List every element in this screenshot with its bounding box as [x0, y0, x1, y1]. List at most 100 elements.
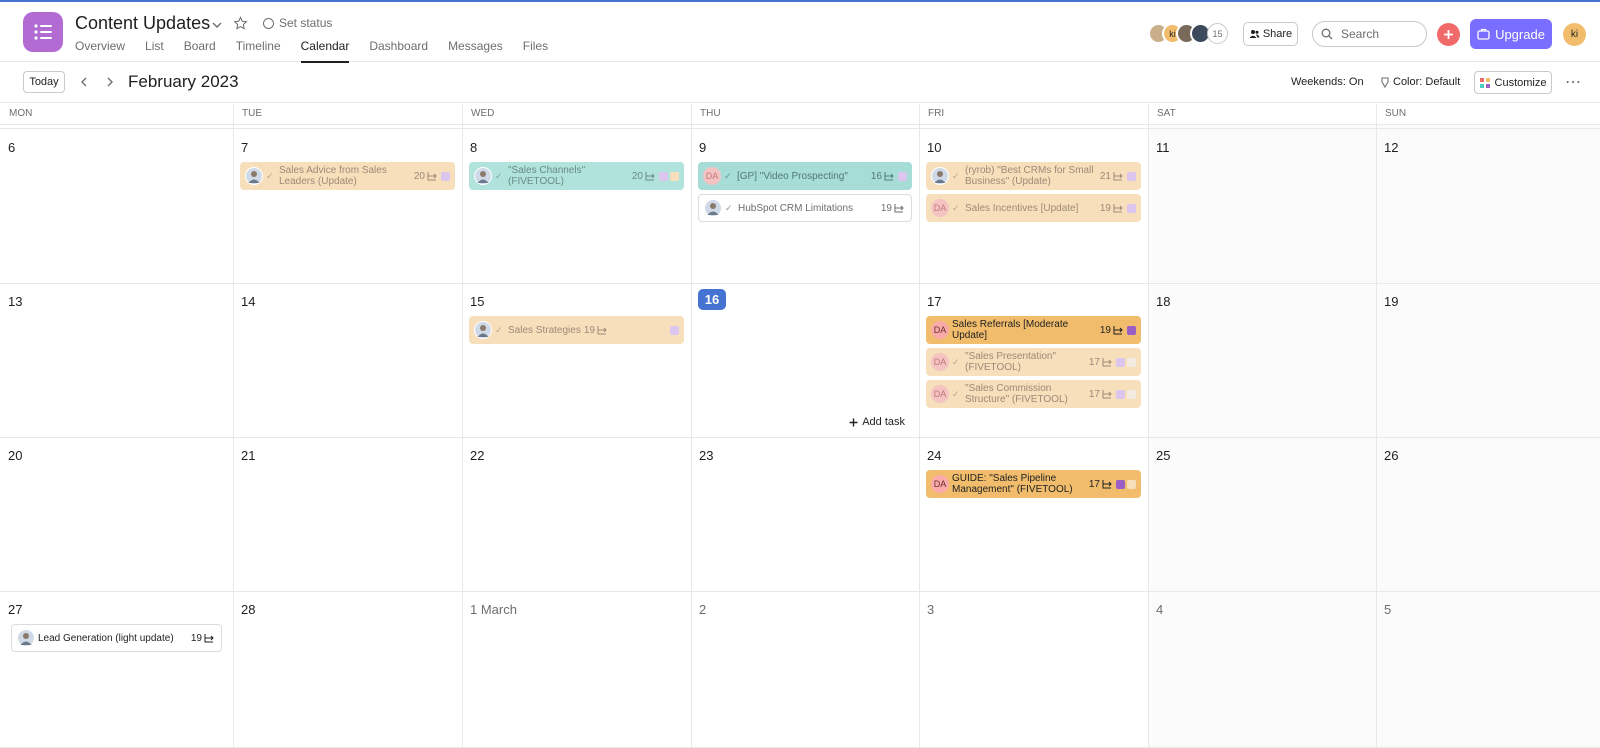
today-button[interactable]: Today [23, 71, 65, 93]
task-card[interactable]: ✓ HubSpot CRM Limitations 19 [698, 194, 912, 222]
set-status-button[interactable]: Set status [263, 16, 332, 30]
calendar-toolbar: Today February 2023 Weekends: On Color: … [0, 63, 1600, 103]
checkmark-icon[interactable]: ✓ [495, 171, 505, 182]
calendar-day-cell[interactable]: 8 ✓ "Sales Channels" (FIVETOOL) 20 [462, 129, 691, 283]
calendar-day-cell[interactable]: 12 [1376, 129, 1600, 283]
assignee-avatar[interactable]: DA [931, 475, 949, 493]
tab-calendar[interactable]: Calendar [300, 39, 349, 63]
calendar-day-cell[interactable]: 20 [0, 437, 233, 591]
checkmark-icon[interactable]: ✓ [266, 171, 276, 182]
assignee-avatar[interactable]: DA [703, 167, 721, 185]
tab-list[interactable]: List [145, 39, 164, 62]
member-count[interactable]: 15 [1207, 23, 1228, 44]
checkmark-icon[interactable]: ✓ [952, 203, 962, 214]
day-number: 26 [1384, 448, 1399, 463]
quick-add-button[interactable] [1437, 23, 1460, 46]
calendar-day-cell[interactable]: 1 March [462, 591, 691, 745]
assignee-avatar[interactable]: DA [931, 353, 949, 371]
calendar-day-cell[interactable]: 2 [691, 591, 919, 745]
plus-icon [849, 418, 858, 426]
assignee-avatar[interactable]: DA [931, 199, 949, 217]
checkmark-icon[interactable]: ✓ [724, 171, 734, 182]
calendar-day-cell[interactable]: 26 [1376, 437, 1600, 591]
calendar-day-cell[interactable]: 14 [233, 283, 462, 437]
calendar-day-cell[interactable]: 10 ✓ (ryrob) "Best CRMs for Small Business… [919, 129, 1148, 283]
calendar-day-cell[interactable]: 11 [1148, 129, 1376, 283]
task-card[interactable]: DA ✓ "Sales Presentation" (FIVETOOL) 17 [926, 348, 1141, 376]
calendar-day-cell[interactable]: 4 [1148, 591, 1376, 745]
calendar-day-cell[interactable]: 17 DA Sales Referrals [Moderate Update] 19 D… [919, 283, 1148, 437]
upgrade-button[interactable]: Upgrade [1470, 19, 1552, 49]
assignee-avatar[interactable] [704, 199, 722, 217]
calendar-day-cell[interactable]: 13 [0, 283, 233, 437]
calendar-day-cell[interactable]: 28 [233, 591, 462, 745]
calendar-day-cell[interactable]: 27 Lead Generation (light update) 19 [0, 591, 233, 745]
task-card[interactable]: DA ✓ Sales Incentives [Update] 19 [926, 194, 1141, 222]
project-title[interactable]: Content Updates [75, 13, 210, 34]
day-number: 28 [241, 602, 256, 617]
more-options-icon[interactable]: ⋯ [1562, 73, 1584, 91]
tab-timeline[interactable]: Timeline [236, 39, 281, 62]
calendar-day-cell[interactable]: 9 DA ✓ [GP] "Video Prospecting" 16 ✓ HubSpot C… [691, 129, 919, 283]
calendar-day-cell[interactable]: 25 [1148, 437, 1376, 591]
task-card[interactable]: DA Sales Referrals [Moderate Update] 19 [926, 316, 1141, 344]
user-avatar[interactable]: ki [1563, 23, 1586, 46]
calendar-day-cell[interactable]: 23 [691, 437, 919, 591]
calendar-day-cell[interactable]: 3 [919, 591, 1148, 745]
weekends-toggle[interactable]: Weekends: On [1291, 76, 1364, 88]
task-card[interactable]: ✓ "Sales Channels" (FIVETOOL) 20 [469, 162, 684, 190]
star-icon[interactable] [233, 16, 248, 31]
calendar-day-cell[interactable]: 24 DA GUIDE: "Sales Pipeline Management" (… [919, 437, 1148, 591]
search-input[interactable]: Search [1312, 21, 1427, 47]
tab-dashboard[interactable]: Dashboard [369, 39, 428, 62]
subtask-icon [427, 171, 439, 181]
member-avatars[interactable]: ki 15 [1148, 23, 1228, 44]
tab-messages[interactable]: Messages [448, 39, 503, 62]
assignee-avatar[interactable] [17, 629, 35, 647]
customize-button[interactable]: Customize [1474, 71, 1552, 94]
calendar-day-cell[interactable]: 22 [462, 437, 691, 591]
chevron-right-icon[interactable] [103, 75, 117, 89]
task-card[interactable]: DA ✓ [GP] "Video Prospecting" 16 [698, 162, 912, 190]
task-name: Sales Incentives [Update] [965, 202, 1079, 214]
chevron-down-icon[interactable] [210, 18, 224, 32]
assignee-avatar[interactable] [931, 167, 949, 185]
share-button[interactable]: Share [1243, 22, 1298, 46]
calendar-day-cell[interactable]: 5 [1376, 591, 1600, 745]
calendar-day-cell[interactable]: 16 Add task [691, 283, 919, 437]
chevron-left-icon[interactable] [77, 75, 91, 89]
assignee-avatar[interactable]: DA [931, 385, 949, 403]
tab-overview[interactable]: Overview [75, 39, 125, 62]
day-number: 1 March [470, 602, 517, 617]
assignee-avatar[interactable] [245, 167, 263, 185]
checkmark-icon[interactable]: ✓ [952, 171, 962, 182]
task-card[interactable]: DA GUIDE: "Sales Pipeline Management" (FI… [926, 470, 1141, 498]
calendar-day-cell[interactable]: 7 ✓ Sales Advice from Sales Leaders (Updat… [233, 129, 462, 283]
task-card[interactable]: Lead Generation (light update) 19 [11, 624, 222, 652]
subtask-icon [1113, 203, 1125, 213]
calendar-day-cell[interactable]: 15 ✓ Sales Strategies 19 [462, 283, 691, 437]
task-card[interactable]: ✓ Sales Strategies 19 [469, 316, 684, 344]
calendar-day-cell[interactable]: 18 [1148, 283, 1376, 437]
task-card[interactable]: DA ✓ "Sales Commission Structure" (FIVETOO… [926, 380, 1141, 408]
subtask-count: 17 [1088, 356, 1100, 368]
assignee-avatar[interactable] [474, 321, 492, 339]
calendar-day-cell[interactable]: 21 [233, 437, 462, 591]
task-card[interactable]: ✓ Sales Advice from Sales Leaders (Update… [240, 162, 455, 190]
color-selector[interactable]: Color: Default [1380, 76, 1460, 88]
assignee-avatar[interactable] [474, 167, 492, 185]
tab-files[interactable]: Files [523, 39, 548, 62]
subtask-icon [597, 325, 609, 335]
task-card[interactable]: ✓ (ryrob) "Best CRMs for Small Business" … [926, 162, 1141, 190]
checkmark-icon[interactable]: ✓ [952, 389, 962, 400]
calendar-day-cell[interactable]: 19 [1376, 283, 1600, 437]
assignee-avatar[interactable]: DA [931, 321, 949, 339]
calendar-day-cell[interactable]: 6 [0, 129, 233, 283]
add-task-button[interactable]: Add task [849, 416, 905, 428]
checkmark-icon[interactable]: ✓ [495, 325, 505, 336]
project-list-icon[interactable] [23, 12, 63, 52]
plus-icon [1444, 30, 1453, 39]
checkmark-icon[interactable]: ✓ [725, 203, 735, 214]
tab-board[interactable]: Board [184, 39, 216, 62]
checkmark-icon[interactable]: ✓ [952, 357, 962, 368]
